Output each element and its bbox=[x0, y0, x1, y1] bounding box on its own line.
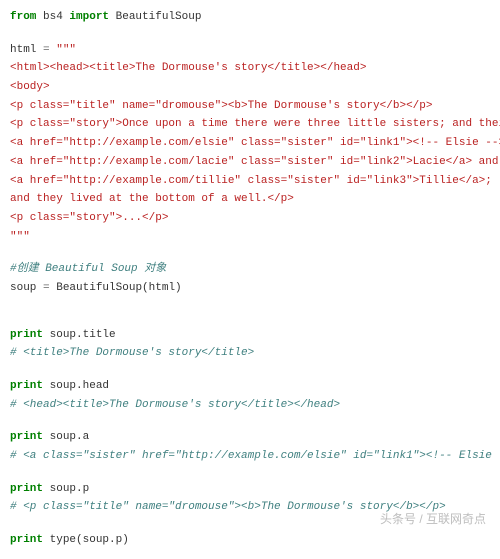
code-line: <p class="story">...</p> bbox=[10, 209, 490, 228]
code-line: <a href="http://example.com/lacie" class… bbox=[10, 153, 490, 172]
code-line: from bs4 import BeautifulSoup bbox=[10, 8, 490, 27]
comment-line: # <title>The Dormouse's story</title> bbox=[10, 344, 490, 363]
keyword-import: import bbox=[69, 11, 109, 23]
comment-line: # <p class="title" name="dromouse"><b>Th… bbox=[10, 498, 490, 517]
code-line: <a href="http://example.com/tillie" clas… bbox=[10, 172, 490, 191]
code-line: print type(soup.p) bbox=[10, 531, 490, 550]
code-line: soup = BeautifulSoup(html) bbox=[10, 279, 490, 298]
code-line: print soup.title bbox=[10, 326, 490, 345]
keyword-from: from bbox=[10, 11, 36, 23]
code-line: <html><head><title>The Dormouse's story<… bbox=[10, 59, 490, 78]
code-line: <body> bbox=[10, 78, 490, 97]
keyword-print: print bbox=[10, 483, 43, 495]
code-line: """ bbox=[10, 228, 490, 247]
code-line: print soup.p bbox=[10, 480, 490, 499]
keyword-print: print bbox=[10, 534, 43, 546]
code-block: from bs4 import BeautifulSoup html = """… bbox=[10, 8, 490, 550]
code-line: and they lived at the bottom of a well.<… bbox=[10, 190, 490, 209]
code-line: <a href="http://example.com/elsie" class… bbox=[10, 134, 490, 153]
code-line: html = """ bbox=[10, 41, 490, 60]
keyword-print: print bbox=[10, 380, 43, 392]
code-line: print soup.a bbox=[10, 428, 490, 447]
keyword-print: print bbox=[10, 431, 43, 443]
comment-line: # <a class="sister" href="http://example… bbox=[10, 447, 490, 466]
comment-line: #创建 Beautiful Soup 对象 bbox=[10, 260, 490, 279]
code-line: <p class="title" name="dromouse"><b>The … bbox=[10, 97, 490, 116]
comment-line: # <head><title>The Dormouse's story</tit… bbox=[10, 396, 490, 415]
code-line: <p class="story">Once upon a time there … bbox=[10, 115, 490, 134]
code-line: print soup.head bbox=[10, 377, 490, 396]
keyword-print: print bbox=[10, 329, 43, 341]
